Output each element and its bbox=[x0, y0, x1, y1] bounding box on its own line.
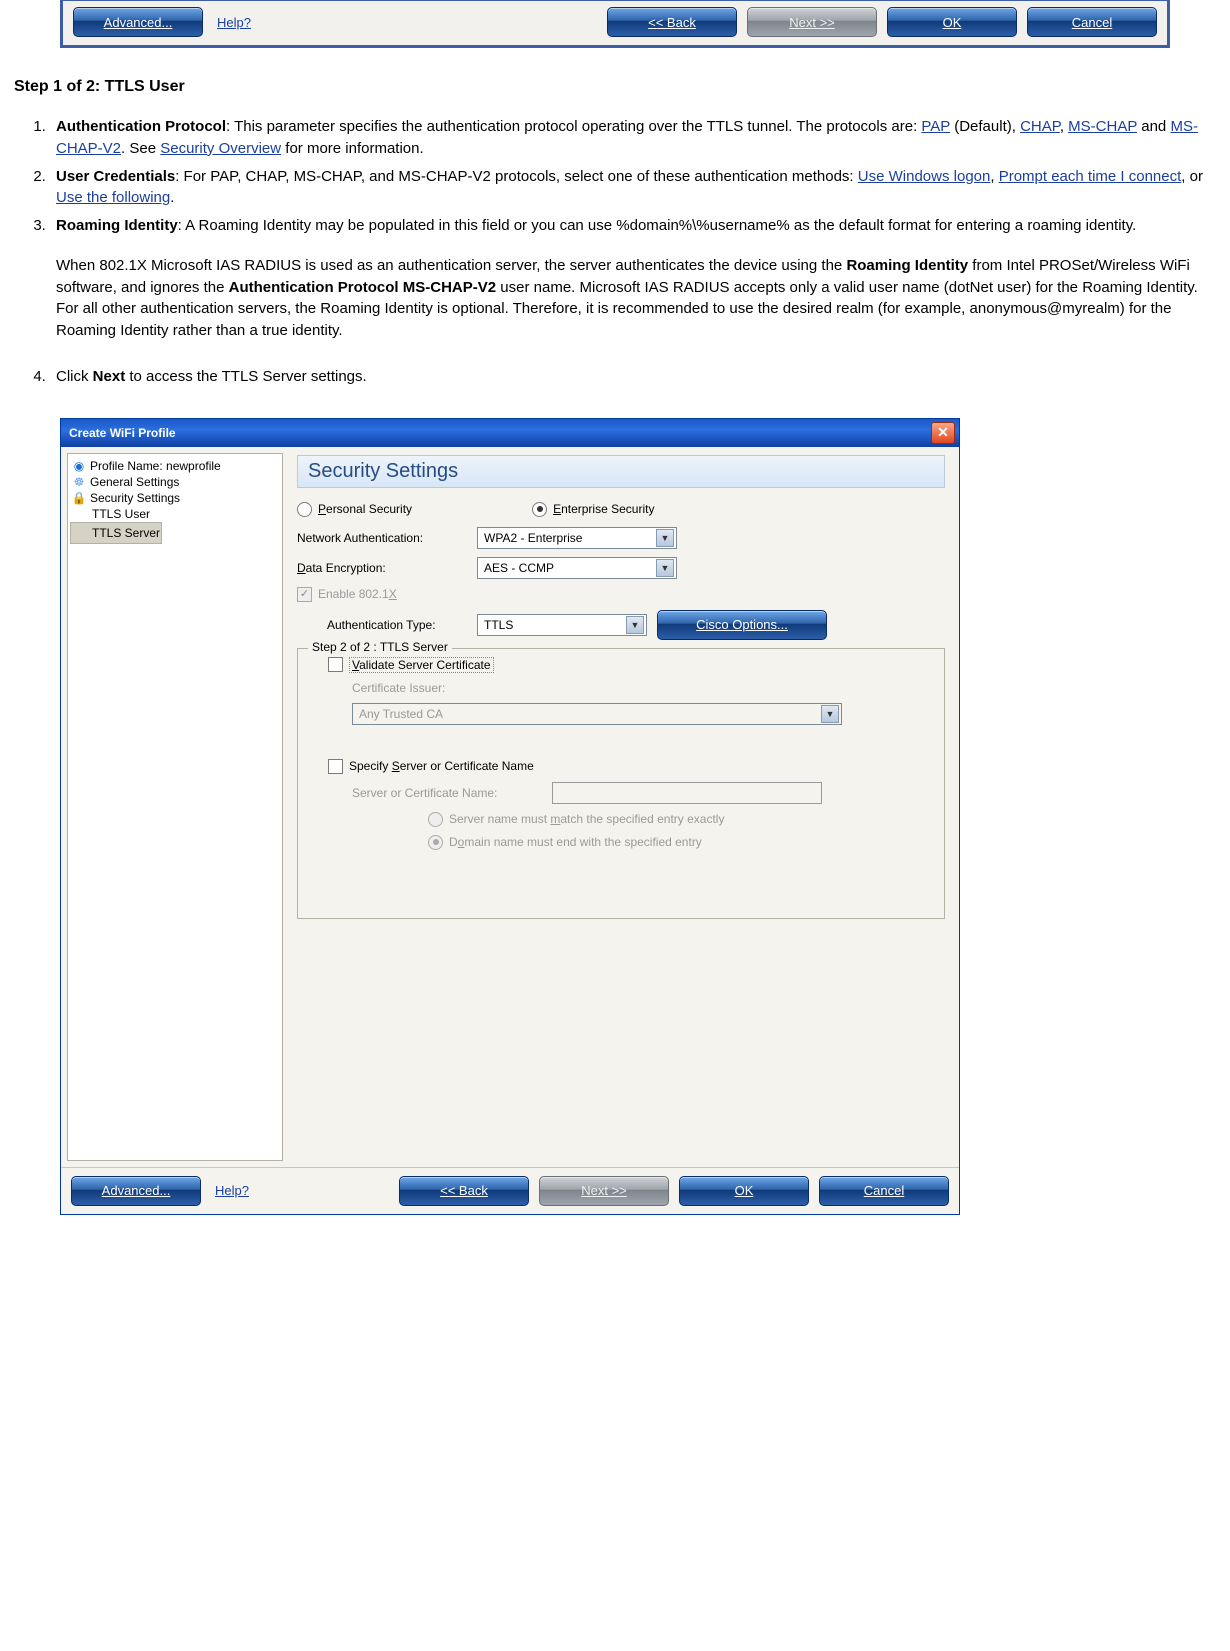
personal-security-label: Personal Security bbox=[318, 502, 412, 516]
personal-security-radio[interactable] bbox=[297, 502, 312, 517]
step-list: Authentication Protocol: This parameter … bbox=[50, 116, 1220, 388]
dialog-titlebar: Create WiFi Profile ✕ bbox=[61, 419, 959, 447]
network-auth-label: Network Authentication: bbox=[297, 531, 477, 545]
list-item: Click Next to access the TTLS Server set… bbox=[50, 366, 1220, 388]
validate-cert-label: Validate Server Certificate bbox=[349, 657, 494, 673]
item-label: Authentication Protocol bbox=[56, 118, 226, 135]
tree-profile-name[interactable]: ◉ Profile Name: newprofile bbox=[70, 458, 280, 474]
cancel-button[interactable]: Cancel bbox=[1027, 7, 1157, 37]
tree-general-settings[interactable]: ☸ General Settings bbox=[70, 474, 280, 490]
item-label: Roaming Identity bbox=[56, 217, 178, 234]
cert-issuer-select: Any Trusted CA ▼ bbox=[352, 703, 842, 725]
chevron-down-icon: ▼ bbox=[656, 529, 674, 547]
list-item: Authentication Protocol: This parameter … bbox=[50, 116, 1220, 160]
next-button[interactable]: Next >> bbox=[747, 7, 877, 37]
chevron-down-icon: ▼ bbox=[626, 616, 644, 634]
back-button[interactable]: << Back bbox=[399, 1176, 529, 1206]
tree-ttls-user[interactable]: TTLS User bbox=[70, 506, 280, 522]
enterprise-security-label: Enterprise Security bbox=[553, 502, 654, 516]
top-dialog-strip: Advanced... Help? << Back Next >> OK Can… bbox=[60, 0, 1170, 48]
cancel-button[interactable]: Cancel bbox=[819, 1176, 949, 1206]
globe-icon: ◉ bbox=[72, 459, 86, 473]
back-button[interactable]: << Back bbox=[607, 7, 737, 37]
advanced-button[interactable]: Advanced... bbox=[71, 1176, 201, 1206]
data-encryption-select[interactable]: AES - CCMP ▼ bbox=[477, 557, 677, 579]
pap-link[interactable]: PAP bbox=[921, 118, 950, 135]
prompt-connect-link[interactable]: Prompt each time I connect bbox=[999, 168, 1182, 185]
help-link[interactable]: Help? bbox=[217, 15, 251, 30]
ok-button[interactable]: OK bbox=[887, 7, 1017, 37]
chevron-down-icon: ▼ bbox=[821, 705, 839, 723]
use-windows-logon-link[interactable]: Use Windows logon bbox=[858, 168, 991, 185]
use-following-link[interactable]: Use the following bbox=[56, 189, 170, 206]
auth-type-select[interactable]: TTLS ▼ bbox=[477, 614, 647, 636]
end-with-radio bbox=[428, 835, 443, 850]
profile-tree: ◉ Profile Name: newprofile ☸ General Set… bbox=[67, 453, 283, 1161]
match-exactly-label: Server name must match the specified ent… bbox=[449, 812, 724, 826]
fieldset-legend: Step 2 of 2 : TTLS Server bbox=[308, 640, 452, 654]
ttls-server-fieldset: Step 2 of 2 : TTLS Server Validate Serve… bbox=[297, 648, 945, 919]
enable-8021x-checkbox: ✓ bbox=[297, 587, 312, 602]
network-auth-select[interactable]: WPA2 - Enterprise ▼ bbox=[477, 527, 677, 549]
close-icon[interactable]: ✕ bbox=[931, 422, 955, 444]
cisco-options-button[interactable]: Cisco Options... bbox=[657, 610, 827, 640]
ok-button[interactable]: OK bbox=[679, 1176, 809, 1206]
lock-icon: 🔒 bbox=[72, 491, 86, 505]
next-button[interactable]: Next >> bbox=[539, 1176, 669, 1206]
data-encryption-label: Data Encryption: bbox=[297, 561, 477, 575]
panel-title: Security Settings bbox=[297, 455, 945, 488]
mschap-link[interactable]: MS-CHAP bbox=[1068, 118, 1137, 135]
help-link[interactable]: Help? bbox=[215, 1183, 249, 1198]
enterprise-security-radio[interactable] bbox=[532, 502, 547, 517]
security-overview-link[interactable]: Security Overview bbox=[160, 140, 281, 157]
server-name-input bbox=[552, 782, 822, 804]
advanced-button[interactable]: Advanced... bbox=[73, 7, 203, 37]
list-item: Roaming Identity: A Roaming Identity may… bbox=[50, 215, 1220, 360]
end-with-label: Domain name must end with the specified … bbox=[449, 835, 702, 849]
match-exactly-radio bbox=[428, 812, 443, 827]
auth-type-label: Authentication Type: bbox=[327, 618, 477, 632]
list-item: User Credentials: For PAP, CHAP, MS-CHAP… bbox=[50, 166, 1220, 210]
specify-server-label: Specify Server or Certificate Name bbox=[349, 759, 534, 773]
validate-cert-checkbox[interactable] bbox=[328, 657, 343, 672]
cert-issuer-label: Certificate Issuer: bbox=[352, 681, 445, 695]
tree-security-settings[interactable]: 🔒 Security Settings bbox=[70, 490, 280, 506]
tree-ttls-server[interactable]: TTLS Server bbox=[70, 522, 162, 544]
enable-8021x-label: Enable 802.1X bbox=[318, 587, 397, 601]
item-label: User Credentials bbox=[56, 168, 175, 185]
create-wifi-profile-dialog: Create WiFi Profile ✕ ◉ Profile Name: ne… bbox=[60, 418, 960, 1215]
chevron-down-icon: ▼ bbox=[656, 559, 674, 577]
server-name-label: Server or Certificate Name: bbox=[352, 786, 552, 800]
chap-link[interactable]: CHAP bbox=[1020, 118, 1060, 135]
specify-server-checkbox[interactable] bbox=[328, 759, 343, 774]
dialog-main-panel: Security Settings Personal Security Ente… bbox=[289, 447, 959, 1167]
step-heading: Step 1 of 2: TTLS User bbox=[10, 78, 1220, 96]
dialog-title: Create WiFi Profile bbox=[69, 426, 931, 440]
gear-icon: ☸ bbox=[72, 475, 86, 489]
